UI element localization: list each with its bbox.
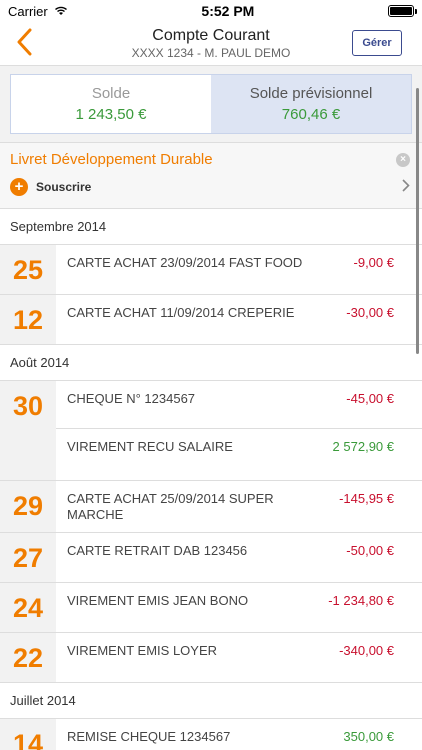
subscribe-label: Souscrire [36,180,92,194]
transaction-label: REMISE CHEQUE 1234567 [67,729,231,744]
balance-label: Solde [91,85,131,102]
day-group: 27 CARTE RETRAIT DAB 123456 -50,00 € [0,533,422,583]
day-column: 22 [0,633,56,682]
transaction-label: CARTE ACHAT 23/09/2014 FAST FOOD [67,255,303,270]
day-column: 12 [0,295,56,344]
transaction-amount: -30,00 € [346,305,394,320]
day-number: 24 [12,593,44,623]
transaction-label: VIREMENT EMIS JEAN BONO [67,593,249,608]
day-group: 22 VIREMENT EMIS LOYER -340,00 € [0,633,422,683]
manage-button[interactable]: Gérer [352,30,402,56]
scroll-indicator[interactable] [416,88,419,354]
transaction-row[interactable]: VIREMENT EMIS JEAN BONO -1 234,80 € [56,583,422,633]
day-group: 12 CARTE ACHAT 11/09/2014 CREPERIE -30,00 … [0,295,422,345]
day-group: 25 CARTE ACHAT 23/09/2014 FAST FOOD -9,00 … [0,245,422,295]
close-icon[interactable]: × [396,153,410,167]
transaction-amount: -45,00 € [346,391,394,406]
transaction-amount: -9,00 € [353,255,394,270]
day-number: 12 [12,305,44,335]
account-subtitle: XXXX 1234 - M. PAUL DEMO [131,46,291,60]
day-number: 30 [12,391,44,421]
day-column: 29 [0,481,56,532]
day-number: 27 [12,543,44,573]
transaction-row[interactable]: CARTE RETRAIT DAB 123456 -50,00 € [56,533,422,583]
day-group: 14 REMISE CHEQUE 1234567 350,00 € [0,719,422,750]
transaction-row[interactable]: REMISE CHEQUE 1234567 350,00 € [56,719,422,750]
transaction-row[interactable]: CARTE ACHAT 25/09/2014 SUPER MARCHE -145,… [56,481,422,533]
day-number: 25 [12,255,44,285]
day-column: 25 [0,245,56,294]
transaction-amount: 2 572,90 € [332,439,394,454]
page-title: Compte Courant XXXX 1234 - M. PAUL DEMO [132,27,291,60]
transaction-row[interactable]: VIREMENT EMIS LOYER -340,00 € [56,633,422,683]
day-column: 30 [0,381,56,480]
status-bar: Carrier 5:52 PM [0,0,422,22]
chevron-right-icon [402,179,410,197]
status-time: 5:52 PM [201,3,255,19]
promo-title: Livret Développement Durable [10,151,213,168]
transaction-label: CHEQUE N° 1234567 [67,391,196,406]
day-column: 24 [0,583,56,632]
transaction-label: CARTE ACHAT 11/09/2014 CREPERIE [67,305,295,320]
forecast-balance-value: 760,46 € [281,106,341,123]
transaction-row[interactable]: CARTE ACHAT 23/09/2014 FAST FOOD -9,00 € [56,245,422,295]
plus-icon: + [10,178,28,196]
transaction-label: VIREMENT EMIS LOYER [67,643,218,658]
day-number: 29 [12,491,44,521]
day-column: 14 [0,719,56,750]
carrier-label: Carrier [8,3,48,19]
day-number: 22 [12,643,44,673]
balance-panel: Solde 1 243,50 € Solde prévisionnel 760,… [0,66,422,143]
battery-icon [388,5,417,17]
day-group: 30 CHEQUE N° 1234567 -45,00 € VIREMENT RECU… [0,381,422,481]
back-chevron-icon[interactable] [16,28,40,58]
navigation-bar: Compte Courant XXXX 1234 - M. PAUL DEMO … [0,22,422,66]
transaction-amount: -1 234,80 € [328,593,394,608]
transaction-row[interactable]: VIREMENT RECU SALAIRE 2 572,90 € [56,429,422,481]
day-group: 24 VIREMENT EMIS JEAN BONO -1 234,80 € [0,583,422,633]
transaction-row[interactable]: CARTE ACHAT 11/09/2014 CREPERIE -30,00 € [56,295,422,345]
month-header: Août 2014 [0,345,422,381]
day-number: 14 [12,729,44,750]
transaction-label: VIREMENT RECU SALAIRE [67,439,233,454]
day-group: 29 CARTE ACHAT 25/09/2014 SUPER MARCHE -14… [0,481,422,533]
account-name: Compte Courant [152,27,270,44]
transaction-list: Septembre 2014 25 CARTE ACHAT 23/09/2014 F… [0,209,422,750]
transaction-label: CARTE RETRAIT DAB 123456 [67,543,248,558]
month-header: Juillet 2014 [0,683,422,719]
wifi-icon [54,4,68,19]
forecast-balance-tab[interactable]: Solde prévisionnel 760,46 € [211,75,411,133]
month-header: Septembre 2014 [0,209,422,245]
balance-tab[interactable]: Solde 1 243,50 € [11,75,211,133]
promo-banner[interactable]: Livret Développement Durable × + Souscri… [0,143,422,209]
balance-value: 1 243,50 € [75,106,147,123]
transaction-amount: 350,00 € [343,729,394,744]
forecast-balance-label: Solde prévisionnel [249,85,373,102]
transaction-amount: -145,95 € [339,491,394,506]
day-column: 27 [0,533,56,582]
transaction-row[interactable]: CHEQUE N° 1234567 -45,00 € [56,381,422,429]
transaction-label: CARTE ACHAT 25/09/2014 SUPER MARCHE [67,491,274,522]
transaction-amount: -340,00 € [339,643,394,658]
transaction-amount: -50,00 € [346,543,394,558]
